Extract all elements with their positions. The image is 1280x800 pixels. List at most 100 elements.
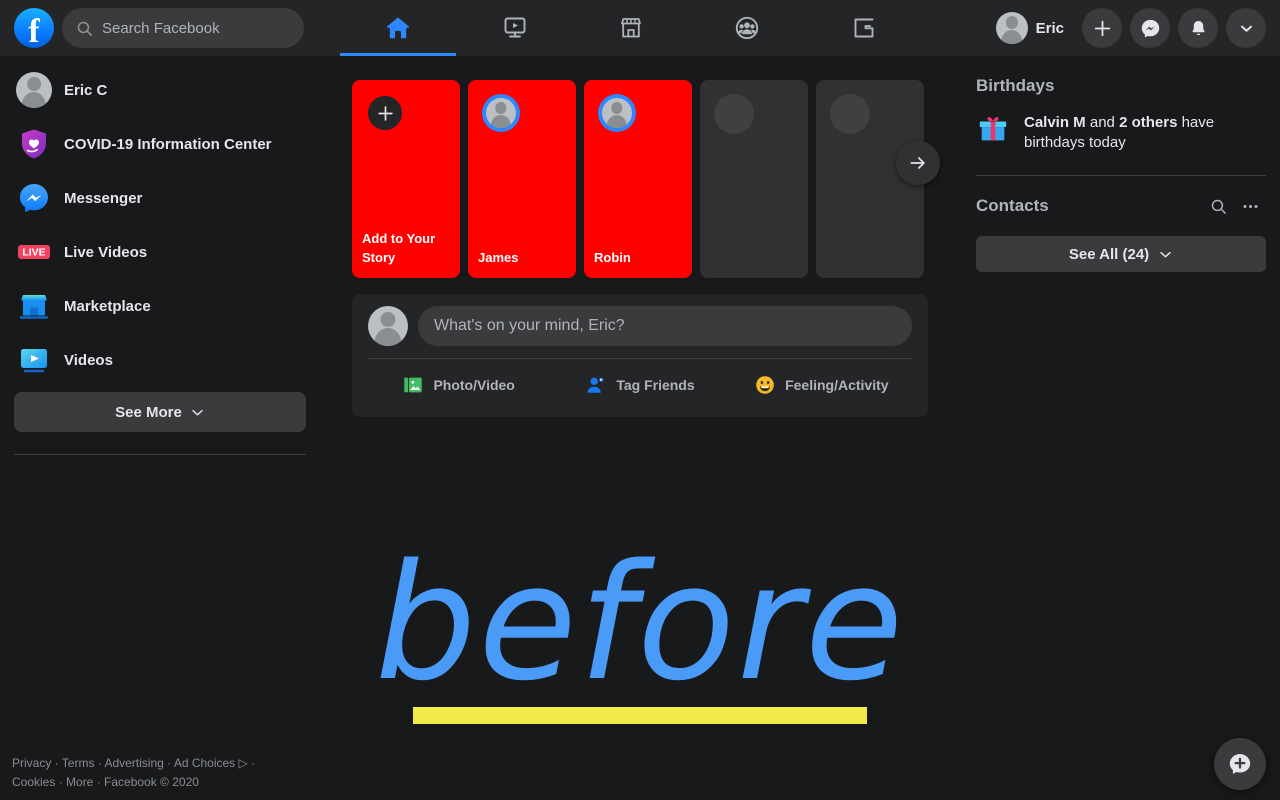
create-button[interactable] [1082, 8, 1122, 48]
birthday-conjunction: and [1085, 114, 1120, 131]
post-composer: What's on your mind, Eric? Photo/Video T… [352, 294, 928, 417]
tab-watch[interactable] [456, 0, 572, 56]
facebook-logo[interactable] [14, 8, 54, 54]
story-card-placeholder[interactable] [700, 80, 808, 278]
story-avatar-ring [598, 94, 636, 132]
header-left-group: Search Facebook [0, 8, 340, 54]
contacts-options-button[interactable] [1234, 190, 1266, 222]
facebook-page: Search Facebook [0, 0, 1280, 800]
avatar [602, 98, 632, 128]
composer-photo-video-button[interactable]: Photo/Video [368, 359, 549, 411]
sidebar-item-messenger[interactable]: Messenger [10, 176, 310, 220]
new-message-icon [1229, 754, 1251, 774]
right-sidebar: Birthdays Calvin M and 2 others have bir… [976, 76, 1266, 273]
avatar [995, 12, 1028, 44]
birthday-name: Calvin M [1024, 114, 1086, 131]
sidebar-item-covid[interactable]: COVID-19 Information Center [10, 122, 310, 166]
feeling-activity-icon [756, 376, 774, 394]
avatar-placeholder [830, 94, 870, 134]
composer-actions: Photo/Video Tag Friends Feeling/Activity [368, 359, 912, 411]
plus-icon [377, 105, 393, 121]
search-placeholder-text: Search Facebook [102, 19, 220, 37]
account-menu-button[interactable] [1226, 8, 1266, 48]
tab-gaming[interactable] [806, 0, 922, 56]
story-card[interactable]: Robin [584, 80, 692, 278]
see-all-contacts-button[interactable]: See All (24) [976, 236, 1266, 273]
active-tab-indicator [340, 53, 457, 56]
messenger-icon [1141, 19, 1159, 38]
tab-marketplace[interactable] [573, 0, 689, 56]
sidebar-item-label: COVID-19 Information Center [64, 135, 272, 153]
birthday-text: Calvin M and 2 others have birthdays tod… [1024, 112, 1266, 153]
live-badge-icon: LIVE [18, 245, 50, 259]
account-button[interactable]: Eric [992, 8, 1074, 48]
composer-input[interactable]: What's on your mind, Eric? [418, 306, 912, 346]
sidebar-item-label: Eric C [64, 81, 108, 99]
new-message-button[interactable] [1214, 738, 1266, 790]
avatar [486, 98, 516, 128]
footer-links: Privacy · Terms · Advertising · Ad Choic… [12, 754, 342, 792]
story-card-add[interactable]: Add to Your Story [352, 80, 460, 278]
tab-home[interactable] [340, 0, 457, 56]
contacts-search-button[interactable] [1202, 190, 1234, 222]
see-more-label: See More [115, 403, 182, 421]
covid-shield-icon [22, 129, 46, 159]
marketplace-store-icon [19, 295, 49, 319]
svg-text:LIVE: LIVE [22, 247, 45, 259]
main-feed: Add to Your Story James Robin What's on … [352, 80, 940, 417]
contacts-title: Contacts [976, 196, 1049, 216]
sidebar-item-videos[interactable]: Videos [10, 338, 310, 382]
avatar [368, 306, 408, 346]
birthday-others: 2 others [1119, 114, 1178, 131]
rightbar-divider [976, 175, 1266, 177]
composer-action-label: Feeling/Activity [785, 377, 889, 393]
footer-line-2[interactable]: Cookies · More · Facebook © 2020 [12, 773, 342, 792]
tab-groups[interactable] [689, 0, 805, 56]
sidebar-item-label: Messenger [64, 189, 143, 207]
chevron-down-icon [1240, 25, 1252, 32]
birthdays-title: Birthdays [976, 76, 1055, 95]
messenger-icon [20, 184, 48, 213]
sidebar-item-profile[interactable]: Eric C [10, 68, 310, 112]
overlay-underline-bar [413, 707, 867, 724]
left-sidebar: Eric C COVID-19 Information Center Messe… [0, 56, 320, 800]
stories-next-button[interactable] [896, 141, 940, 185]
chevron-down-icon [1160, 251, 1171, 258]
messenger-button[interactable] [1130, 8, 1170, 48]
arrow-right-icon [910, 157, 925, 169]
sidebar-item-label: Marketplace [64, 297, 151, 315]
marketplace-icon [621, 18, 641, 38]
see-more-button[interactable]: See More [14, 392, 306, 432]
story-card[interactable]: James [468, 80, 576, 278]
story-label: Robin [594, 250, 631, 266]
search-icon [77, 21, 93, 36]
composer-tag-friends-button[interactable]: Tag Friends [549, 359, 730, 411]
composer-action-label: Photo/Video [433, 377, 515, 393]
search-icon [1211, 199, 1226, 214]
watch-icon [504, 17, 526, 38]
video-player-icon [21, 349, 47, 373]
stories-tray: Add to Your Story James Robin [352, 80, 940, 278]
add-story-button[interactable] [366, 94, 404, 132]
gaming-icon [854, 18, 874, 38]
account-name: Eric [1035, 19, 1064, 37]
notifications-button[interactable] [1178, 8, 1218, 48]
see-all-label: See All (24) [1068, 245, 1150, 263]
tag-friends-icon [587, 377, 604, 393]
sidebar-item-live-videos[interactable]: LIVE Live Videos [10, 230, 310, 274]
sidebar-divider [14, 454, 306, 455]
plus-icon [1094, 20, 1110, 36]
story-avatar-ring [482, 94, 520, 132]
sidebar-item-label: Videos [64, 351, 113, 369]
composer-action-label: Tag Friends [616, 377, 695, 393]
ellipsis-icon [1242, 204, 1258, 208]
search-input[interactable]: Search Facebook [62, 8, 304, 48]
footer-line-1[interactable]: Privacy · Terms · Advertising · Ad Choic… [12, 754, 342, 773]
composer-feeling-activity-button[interactable]: Feeling/Activity [731, 359, 912, 411]
user-avatar-icon [16, 72, 52, 108]
sidebar-item-marketplace[interactable]: Marketplace [10, 284, 310, 328]
top-header-bar: Search Facebook [0, 0, 1280, 56]
birthday-item[interactable]: Calvin M and 2 others have birthdays tod… [976, 112, 1266, 153]
home-icon [387, 17, 410, 39]
bell-icon [1191, 20, 1205, 35]
